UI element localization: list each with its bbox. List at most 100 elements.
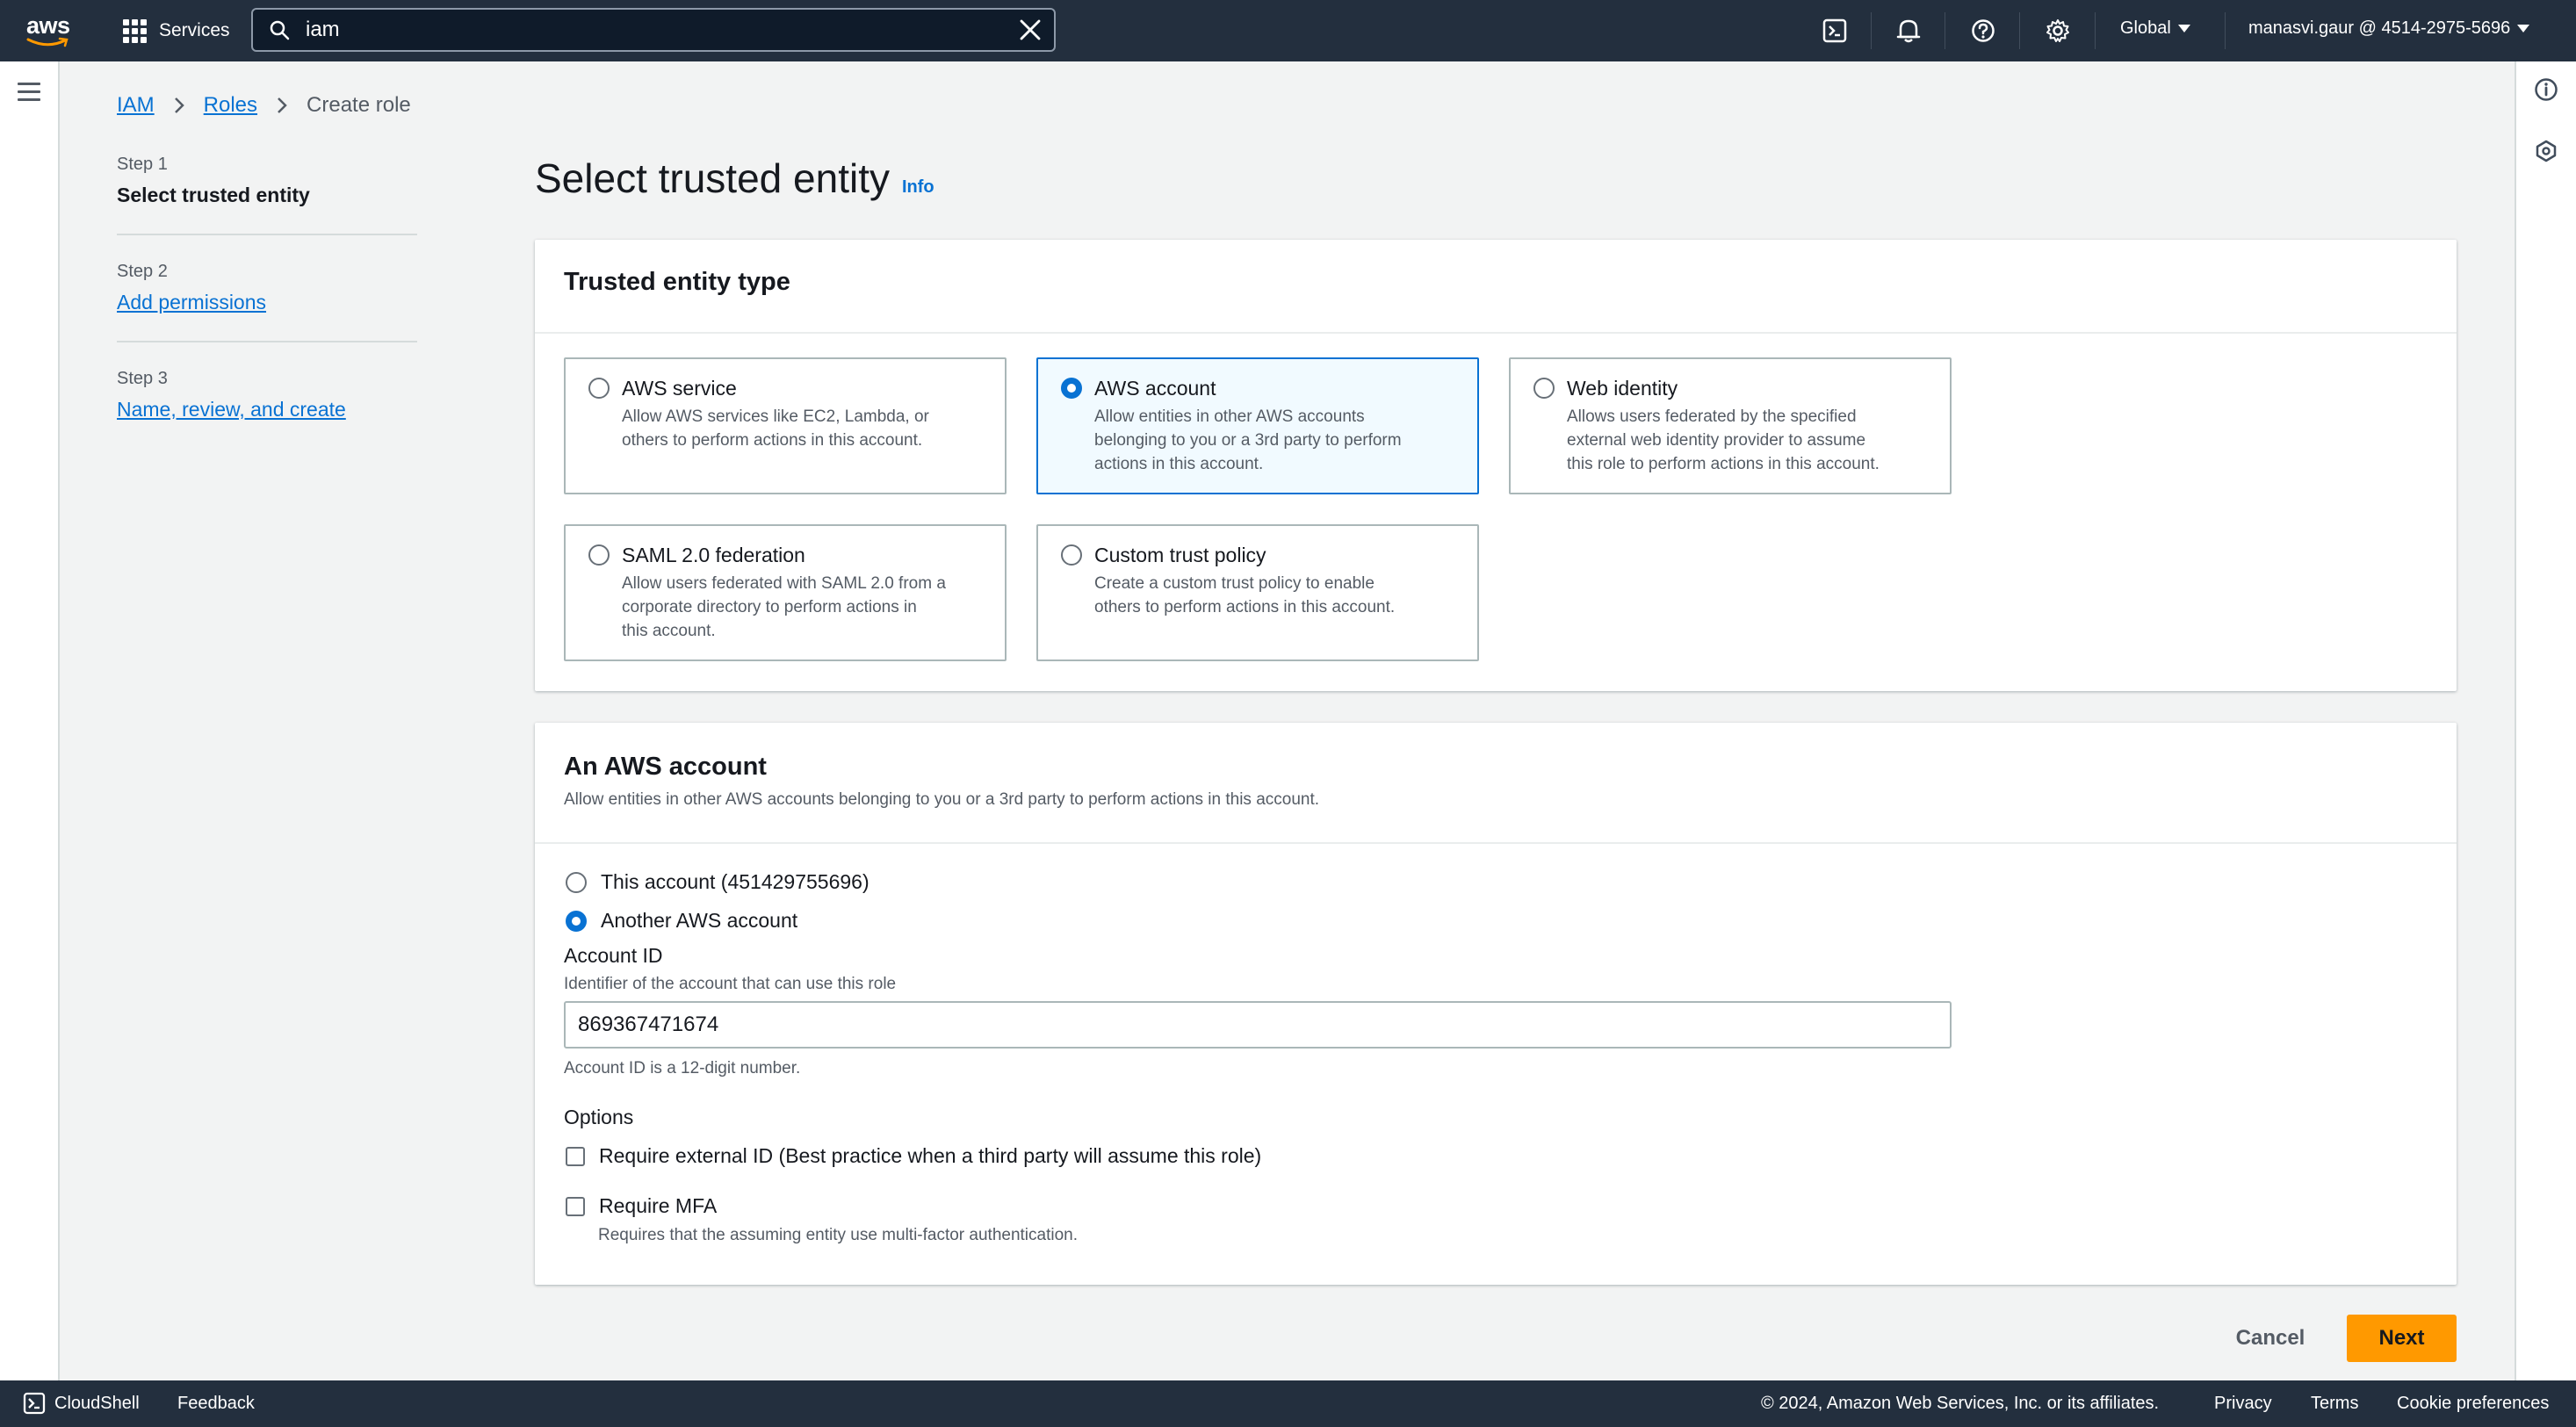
option-require-external-id[interactable]: Require external ID (Best practice when … <box>566 1144 1261 1168</box>
breadcrumb-iam-link[interactable]: IAM <box>117 93 155 118</box>
step-number: Step 3 <box>117 369 168 388</box>
tile-custom-trust-policy[interactable]: Custom trust policy Create a custom trus… <box>1036 524 1479 661</box>
section-heading: An AWS account <box>564 753 767 781</box>
search-input[interactable]: iam <box>251 8 1056 52</box>
radio-aws-account[interactable] <box>1061 378 1082 399</box>
breadcrumb-current: Create role <box>307 93 411 117</box>
radio-another-account[interactable] <box>566 910 587 932</box>
info-panel-icon[interactable] <box>2534 77 2558 102</box>
caret-down-icon <box>2517 25 2530 32</box>
top-navigation: aws Services iam Global manasvi.gaur @ 4… <box>0 0 2576 61</box>
tile-description: Allow AWS services like EC2, Lambda, or … <box>622 407 929 450</box>
aws-smile-icon <box>26 37 69 47</box>
step-title: Select trusted entity <box>117 184 310 206</box>
cancel-button[interactable]: Cancel <box>2213 1315 2327 1362</box>
privacy-link[interactable]: Privacy <box>2214 1394 2272 1414</box>
search-value: iam <box>306 18 340 41</box>
radio-this-account[interactable] <box>566 871 587 893</box>
tile-title: SAML 2.0 federation <box>622 544 805 566</box>
tile-web-identity[interactable]: Web identity Allows users federated by t… <box>1509 357 1952 494</box>
option-require-mfa[interactable]: Require MFA <box>566 1194 717 1218</box>
radio-custom-trust-policy[interactable] <box>1061 544 1082 566</box>
tile-saml-federation[interactable]: SAML 2.0 federation Allow users federate… <box>564 524 1007 661</box>
cloudshell-label: CloudShell <box>54 1393 140 1413</box>
settings-gear-icon[interactable] <box>2046 18 2070 43</box>
help-icon[interactable] <box>1971 18 1995 43</box>
option-another-account[interactable]: Another AWS account <box>566 909 797 933</box>
account-label: manasvi.gaur @ 4514-2975-5696 <box>2248 18 2511 38</box>
copyright-text: © 2024, Amazon Web Services, Inc. or its… <box>1761 1394 2160 1413</box>
breadcrumb: IAM Roles Create role <box>117 93 411 118</box>
cloudshell-icon <box>23 1392 46 1415</box>
aws-account-container: An AWS account Allow entities in other A… <box>535 723 2457 1285</box>
wizard-step-2: Step 2 Add permissions <box>117 262 417 342</box>
feedback-panel-icon[interactable] <box>2534 139 2558 163</box>
mfa-description: Requires that the assuming entity use mu… <box>598 1226 1079 1244</box>
option-label: Require MFA <box>599 1194 718 1217</box>
page-title: Select trusted entity Info <box>535 155 934 202</box>
terms-link[interactable]: Terms <box>2311 1394 2358 1414</box>
step-link-add-permissions[interactable]: Add permissions <box>117 291 417 314</box>
tile-title: Custom trust policy <box>1094 544 1266 566</box>
option-label: Another AWS account <box>601 909 798 932</box>
account-id-label: Account ID <box>564 944 663 967</box>
tile-title: AWS service <box>622 377 737 400</box>
feedback-link[interactable]: Feedback <box>177 1394 255 1414</box>
console-footer: CloudShell Feedback © 2024, Amazon Web S… <box>0 1380 2576 1427</box>
aws-logo-text: aws <box>26 12 70 39</box>
chevron-right-icon <box>278 97 287 113</box>
section-description: Allow entities in other AWS accounts bel… <box>564 790 1320 809</box>
radio-aws-service[interactable] <box>588 378 610 399</box>
checkbox-require-external-id[interactable] <box>566 1146 585 1166</box>
tile-description: Create a custom trust policy to enable o… <box>1094 574 1396 616</box>
aws-logo[interactable]: aws <box>25 11 74 51</box>
cookie-preferences-link[interactable]: Cookie preferences <box>2397 1394 2549 1414</box>
tile-aws-account[interactable]: AWS account Allow entities in other AWS … <box>1036 357 1479 494</box>
option-label: Require external ID (Best practice when … <box>599 1144 1262 1167</box>
section-heading: Trusted entity type <box>564 268 790 296</box>
tile-title: AWS account <box>1094 377 1216 400</box>
breadcrumb-roles-link[interactable]: Roles <box>204 93 257 118</box>
chevron-right-icon <box>174 97 184 113</box>
option-label: This account (451429755696) <box>601 870 869 893</box>
options-label: Options <box>564 1106 634 1128</box>
region-label: Global <box>2120 18 2171 38</box>
account-id-value: 869367471674 <box>578 1013 719 1036</box>
radio-web-identity[interactable] <box>1533 378 1555 399</box>
step-link-name-review-create[interactable]: Name, review, and create <box>117 398 417 422</box>
right-tools-rail <box>2515 61 2576 1380</box>
account-menu[interactable]: manasvi.gaur @ 4514-2975-5696 <box>2248 18 2530 39</box>
notifications-bell-icon[interactable] <box>1896 18 1921 44</box>
region-selector[interactable]: Global <box>2120 18 2190 39</box>
account-id-hint: Account ID is a 12-digit number. <box>564 1059 801 1077</box>
tile-aws-service[interactable]: AWS service Allow AWS services like EC2,… <box>564 357 1007 494</box>
page-title-text: Select trusted entity <box>535 155 890 201</box>
caret-down-icon <box>2177 25 2190 32</box>
trusted-entity-type-container: Trusted entity type AWS service Allow AW… <box>535 240 2457 691</box>
tile-title: Web identity <box>1567 377 1678 400</box>
tile-description: Allow entities in other AWS accounts bel… <box>1094 407 1402 473</box>
menu-hamburger-icon[interactable] <box>18 83 40 106</box>
container-header: Trusted entity type <box>535 240 2457 334</box>
tile-description: Allows users federated by the specified … <box>1567 407 1880 473</box>
step-number: Step 1 <box>117 155 168 174</box>
cloudshell-button[interactable]: CloudShell <box>23 1392 140 1415</box>
clear-search-icon[interactable] <box>1019 18 1042 41</box>
step-number: Step 2 <box>117 262 168 281</box>
radio-saml-federation[interactable] <box>588 544 610 566</box>
search-icon <box>270 20 290 40</box>
option-this-account[interactable]: This account (451429755696) <box>566 870 869 894</box>
container-header: An AWS account Allow entities in other A… <box>535 723 2457 844</box>
tile-description: Allow users federated with SAML 2.0 from… <box>622 574 946 640</box>
services-menu-button[interactable]: Services <box>123 16 230 46</box>
info-link[interactable]: Info <box>902 177 934 198</box>
account-id-input[interactable]: 869367471674 <box>564 1001 1952 1049</box>
next-button[interactable]: Next <box>2347 1315 2457 1362</box>
wizard-step-3: Step 3 Name, review, and create <box>117 369 417 448</box>
wizard-step-1: Step 1 Select trusted entity <box>117 155 417 235</box>
cloudshell-icon[interactable] <box>1822 18 1847 43</box>
wizard-steps: Step 1 Select trusted entity Step 2 Add … <box>117 155 417 474</box>
left-navigation-rail <box>0 61 60 1380</box>
account-id-description: Identifier of the account that can use t… <box>564 975 897 993</box>
checkbox-require-mfa[interactable] <box>566 1196 585 1216</box>
